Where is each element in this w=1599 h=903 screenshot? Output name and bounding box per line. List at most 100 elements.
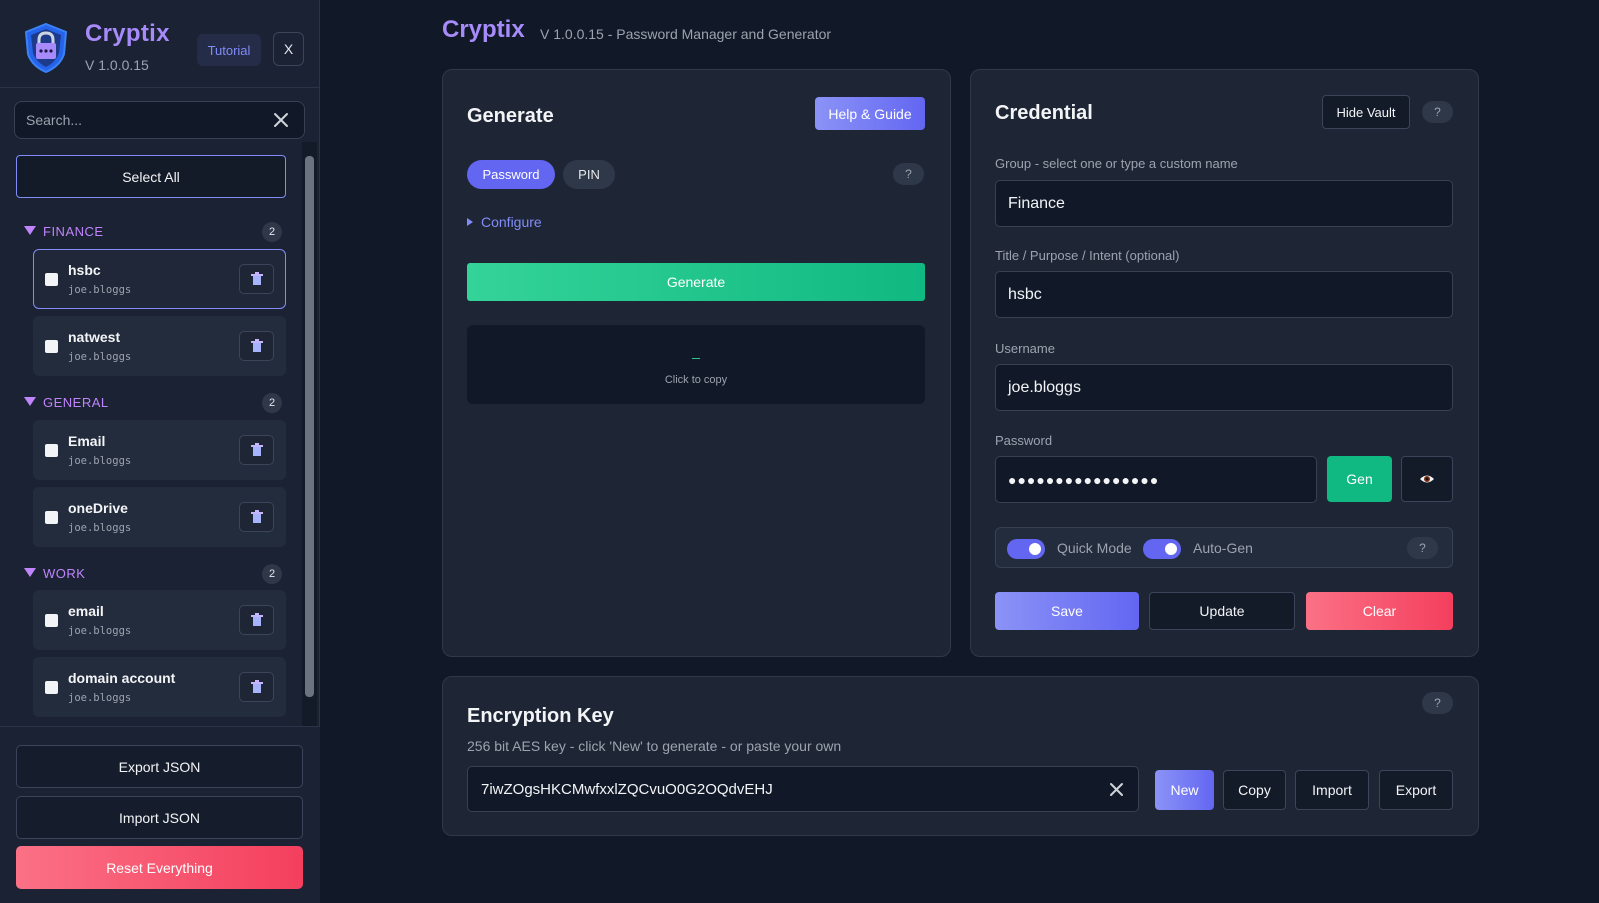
item-title: hsbc bbox=[68, 262, 101, 278]
delete-item-button[interactable] bbox=[239, 435, 274, 465]
group-header-finance[interactable]: FINANCE 2 bbox=[24, 222, 282, 242]
switch-knob bbox=[1165, 543, 1177, 555]
item-title: natwest bbox=[68, 329, 121, 345]
password-label: Password bbox=[995, 433, 1053, 448]
shield-lock-icon bbox=[24, 22, 68, 74]
list-item[interactable]: email joe.bloggs bbox=[33, 590, 286, 650]
configure-toggle[interactable]: Configure bbox=[467, 214, 542, 230]
clear-search-icon[interactable] bbox=[272, 111, 290, 129]
encryption-title: Encryption Key bbox=[467, 705, 614, 727]
reset-everything-button[interactable]: Reset Everything bbox=[16, 846, 303, 889]
import-json-button[interactable]: Import JSON bbox=[16, 796, 303, 839]
update-button[interactable]: Update bbox=[1149, 592, 1295, 630]
auto-gen-label: Auto-Gen bbox=[1193, 540, 1253, 556]
select-all-button[interactable]: Select All bbox=[16, 155, 286, 198]
group-header-work[interactable]: WORK 2 bbox=[24, 564, 282, 584]
show-password-button[interactable] bbox=[1401, 456, 1453, 502]
item-checkbox[interactable] bbox=[45, 614, 58, 627]
trash-icon bbox=[250, 272, 263, 285]
tab-pin[interactable]: PIN bbox=[563, 160, 615, 189]
credential-help-icon[interactable]: ? bbox=[1422, 101, 1453, 123]
switch-knob bbox=[1029, 543, 1041, 555]
new-key-button[interactable]: New bbox=[1155, 770, 1214, 810]
clear-button[interactable]: Clear bbox=[1306, 592, 1453, 630]
group-count-badge: 2 bbox=[262, 222, 282, 242]
clear-key-icon[interactable] bbox=[1109, 782, 1124, 797]
password-input[interactable]: ●●●●●●●●●●●●●●●● bbox=[995, 456, 1317, 503]
group-name: FINANCE bbox=[43, 224, 104, 239]
export-json-button[interactable]: Export JSON bbox=[16, 745, 303, 788]
quick-mode-switch[interactable] bbox=[1007, 539, 1045, 559]
list-item[interactable]: hsbc joe.bloggs bbox=[33, 249, 286, 309]
item-checkbox[interactable] bbox=[45, 273, 58, 286]
group-count-badge: 2 bbox=[262, 393, 282, 413]
credential-title: Credential bbox=[995, 102, 1093, 124]
encryption-key-card bbox=[442, 676, 1479, 836]
generate-button[interactable]: Generate bbox=[467, 263, 925, 301]
trash-icon bbox=[250, 680, 263, 693]
username-input[interactable]: joe.bloggs bbox=[995, 364, 1453, 411]
quick-mode-label: Quick Mode bbox=[1057, 540, 1132, 556]
encryption-key-value: 7iwZOgsHKCMwfxxlZQCvuO0G2OQdvEHJ bbox=[481, 781, 773, 798]
list-item[interactable]: natwest joe.bloggs bbox=[33, 316, 286, 376]
generated-value: _ bbox=[692, 343, 700, 359]
item-title: email bbox=[68, 603, 104, 619]
copy-hint: Click to copy bbox=[664, 374, 728, 386]
item-checkbox[interactable] bbox=[45, 681, 58, 694]
delete-item-button[interactable] bbox=[239, 605, 274, 635]
brand-version: V 1.0.0.15 bbox=[85, 57, 149, 73]
mode-toggles: Quick Mode Auto-Gen ? bbox=[995, 527, 1453, 568]
tab-password[interactable]: Password bbox=[467, 160, 555, 189]
help-guide-button[interactable]: Help & Guide bbox=[815, 97, 925, 130]
collapse-triangle-icon bbox=[24, 397, 36, 406]
toggles-help-icon[interactable]: ? bbox=[1407, 537, 1438, 559]
export-key-button[interactable]: Export bbox=[1379, 770, 1453, 810]
collapse-triangle-icon bbox=[24, 226, 36, 235]
auto-gen-switch[interactable] bbox=[1143, 539, 1181, 559]
sidebar: Cryptix V 1.0.0.15 Tutorial X Select All… bbox=[0, 0, 320, 903]
item-title: Email bbox=[68, 433, 106, 449]
brand-header: Cryptix V 1.0.0.15 Tutorial X bbox=[0, 0, 320, 88]
generate-title: Generate bbox=[467, 105, 554, 127]
title-input[interactable]: hsbc bbox=[995, 271, 1453, 318]
item-checkbox[interactable] bbox=[45, 444, 58, 457]
list-item[interactable]: Email joe.bloggs bbox=[33, 420, 286, 480]
save-button[interactable]: Save bbox=[995, 592, 1139, 630]
expand-arrow-icon bbox=[467, 218, 473, 226]
search-box bbox=[14, 101, 305, 139]
item-checkbox[interactable] bbox=[45, 511, 58, 524]
item-username: joe.bloggs bbox=[68, 625, 132, 637]
item-username: joe.bloggs bbox=[68, 692, 132, 704]
encryption-help-icon[interactable]: ? bbox=[1422, 692, 1453, 714]
list-scrollbar-thumb[interactable] bbox=[305, 156, 314, 697]
app-title: Cryptix bbox=[442, 16, 525, 43]
hide-vault-button[interactable]: Hide Vault bbox=[1322, 95, 1410, 129]
delete-item-button[interactable] bbox=[239, 264, 274, 294]
list-item[interactable]: domain account joe.bloggs bbox=[33, 657, 286, 717]
group-count-badge: 2 bbox=[262, 564, 282, 584]
delete-item-button[interactable] bbox=[239, 672, 274, 702]
delete-item-button[interactable] bbox=[239, 331, 274, 361]
encryption-key-input[interactable]: 7iwZOgsHKCMwfxxlZQCvuO0G2OQdvEHJ bbox=[467, 766, 1139, 812]
group-name: GENERAL bbox=[43, 395, 109, 410]
brand-name: Cryptix bbox=[85, 20, 170, 47]
list-item[interactable]: oneDrive joe.bloggs bbox=[33, 487, 286, 547]
generated-output[interactable]: _ Click to copy bbox=[467, 325, 925, 404]
generate-help-icon[interactable]: ? bbox=[893, 163, 924, 185]
tutorial-button[interactable]: Tutorial bbox=[197, 34, 261, 66]
username-label: Username bbox=[995, 341, 1055, 356]
delete-item-button[interactable] bbox=[239, 502, 274, 532]
configure-label: Configure bbox=[481, 214, 542, 230]
item-username: joe.bloggs bbox=[68, 455, 132, 467]
group-header-general[interactable]: GENERAL 2 bbox=[24, 393, 282, 413]
eye-icon bbox=[1420, 475, 1434, 483]
item-title: domain account bbox=[68, 670, 176, 686]
search-input[interactable] bbox=[26, 102, 266, 138]
group-input[interactable]: Finance bbox=[995, 180, 1453, 227]
item-checkbox[interactable] bbox=[45, 340, 58, 353]
close-sidebar-button[interactable]: X bbox=[273, 32, 304, 66]
import-key-button[interactable]: Import bbox=[1295, 770, 1369, 810]
gen-password-button[interactable]: Gen bbox=[1327, 456, 1392, 502]
collapse-triangle-icon bbox=[24, 568, 36, 577]
copy-key-button[interactable]: Copy bbox=[1223, 770, 1286, 810]
